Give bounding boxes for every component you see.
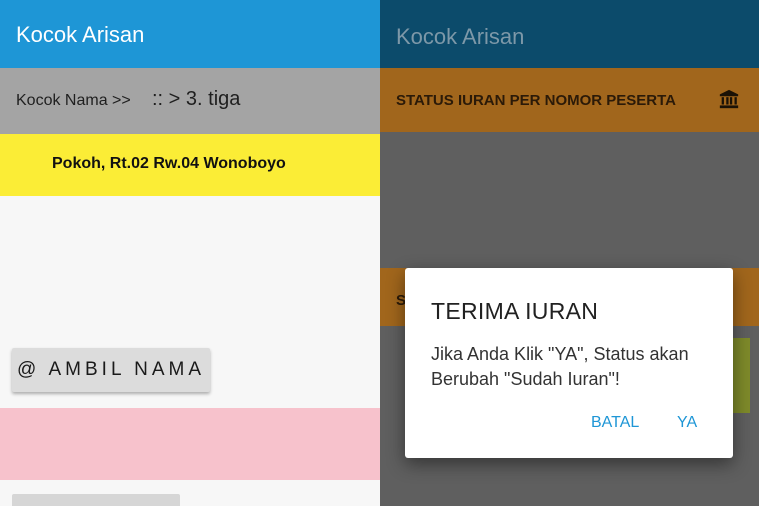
ambil-nama-button[interactable]: @ AMBIL NAMA (12, 348, 210, 392)
app-bar: Kocok Arisan (0, 0, 380, 68)
address-text: Pokoh, Rt.02 Rw.04 Wonoboyo (52, 155, 286, 172)
app-title-dimmed: Kocok Arisan (396, 24, 525, 49)
kocok-row: Kocok Nama >> :: > 3. tiga (0, 68, 380, 134)
left-screen: Kocok Arisan Kocok Nama >> :: > 3. tiga … (0, 0, 380, 506)
dialog-message: Jika Anda Klik "YA", Status akan Berubah… (431, 344, 689, 389)
dialog-title: TERIMA IURAN (431, 298, 599, 324)
status-header-text: STATUS IURAN PER NOMOR PESERTA (396, 92, 677, 109)
terima-iuran-dialog: TERIMA IURAN Jika Anda Klik "YA", Status… (405, 268, 733, 458)
ya-button[interactable]: YA (677, 414, 697, 432)
kocok-value: :: > 3. tiga (152, 88, 241, 110)
status-header: STATUS IURAN PER NOMOR PESERTA (380, 68, 759, 132)
address-banner: Pokoh, Rt.02 Rw.04 Wonoboyo (0, 134, 380, 196)
pink-panel (0, 408, 380, 480)
kocok-label: Kocok Nama >> (16, 92, 131, 109)
bottom-button[interactable] (12, 494, 180, 506)
batal-button[interactable]: BATAL (591, 414, 639, 432)
app-bar-dimmed: Kocok Arisan (380, 0, 759, 68)
bank-icon[interactable] (718, 88, 740, 110)
app-title: Kocok Arisan (16, 22, 145, 47)
